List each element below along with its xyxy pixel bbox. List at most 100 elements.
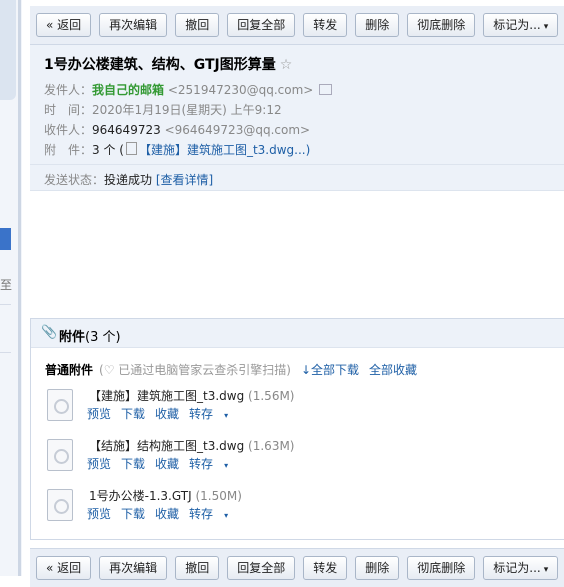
attachment-name: 【结施】结构施工图_t3.dwg (1.63M): [89, 437, 294, 454]
sidebar-top-panel: [0, 0, 16, 100]
back-button[interactable]: « 返回: [36, 13, 92, 37]
sidebar-clipped-text: 至: [0, 278, 13, 292]
from-row: 发件人：我自己的邮箱 <251947230@qq.com>: [44, 81, 333, 98]
attachments-header: 📎 附件(3 个): [31, 319, 564, 348]
recall-button[interactable]: 撤回: [175, 13, 220, 37]
attachment-name: 【建施】建筑施工图_t3.dwg (1.56M): [89, 387, 294, 404]
normal-attachments-label: 普通附件: [45, 363, 94, 377]
mark-as-button[interactable]: 标记为... ▾: [483, 556, 559, 580]
send-state-label: 发送状态：: [44, 173, 105, 187]
save-to-label: 转存: [189, 457, 214, 471]
time-row: 时 间：2020年1月19日(星期天) 上午9:12: [44, 101, 282, 118]
scan-note: (♡ 已通过电脑管家云查杀引擎扫描): [99, 363, 291, 377]
delete-permanently-button[interactable]: 彻底删除: [407, 556, 476, 580]
favorite-all-link[interactable]: 全部收藏: [369, 363, 417, 377]
forward-button[interactable]: 转发: [303, 556, 348, 580]
sidebar-selected-marker[interactable]: [0, 228, 11, 250]
attachment-row: 附 件：3 个 ( 【建施】建筑施工图_t3.dwg...): [44, 141, 310, 158]
attachment-item: 【结施】结构施工图_t3.dwg (1.63M) 预览 下载 收藏 转存 ▾: [47, 437, 547, 479]
normal-attachments-row: 普通附件 (♡ 已通过电脑管家云查杀引擎扫描) ↓全部下载 全部收藏: [45, 361, 417, 378]
to-name[interactable]: 964649723: [92, 123, 161, 137]
to-label: 收件人：: [44, 123, 93, 137]
delete-button[interactable]: 删除: [355, 556, 400, 580]
recall-button[interactable]: 撤回: [175, 556, 220, 580]
mark-as-label: 标记为...: [493, 18, 541, 32]
attachment-first-link[interactable]: 【建施】建筑施工图_t3.dwg...): [139, 143, 310, 157]
re-edit-button[interactable]: 再次编辑: [99, 556, 168, 580]
attachment-actions: 预览 下载 收藏 转存 ▾: [87, 455, 248, 472]
sidebar-divider: [0, 352, 11, 353]
attachments-title: 附件(3 个): [59, 326, 121, 345]
send-state-bar: 发送状态：投递成功 [查看详情]: [30, 164, 564, 191]
preview-link[interactable]: 预览: [87, 407, 111, 421]
file-name[interactable]: 1号办公楼-1.3.GTJ: [89, 489, 192, 503]
attachment-actions: 预览 下载 收藏 转存 ▾: [87, 405, 248, 422]
attachments-title-text: 附件: [59, 330, 86, 345]
reply-all-button[interactable]: 回复全部: [227, 13, 296, 37]
send-state-value: 投递成功: [104, 173, 153, 187]
file-name[interactable]: 【建施】建筑施工图_t3.dwg: [89, 389, 244, 403]
download-link[interactable]: 下载: [121, 457, 145, 471]
chevron-down-icon: ▾: [543, 22, 549, 32]
file-icon: [47, 489, 73, 521]
re-edit-button[interactable]: 再次编辑: [99, 13, 168, 37]
star-icon[interactable]: ☆: [280, 57, 293, 73]
attachment-name: 1号办公楼-1.3.GTJ (1.50M): [89, 487, 242, 504]
download-link[interactable]: 下载: [121, 507, 145, 521]
contact-card-icon[interactable]: [319, 84, 333, 95]
send-state-row: 发送状态：投递成功 [查看详情]: [44, 171, 213, 188]
to-address: <964649723@qq.com>: [164, 123, 311, 137]
paperclip-icon: 📎: [41, 325, 58, 340]
save-to-link[interactable]: 转存 ▾: [189, 507, 238, 521]
chevron-down-icon: ▾: [224, 461, 229, 470]
mail-header: 1号办公楼建筑、结构、GTJ图形算量 ☆ 发件人：我自己的邮箱 <25194723…: [30, 45, 564, 191]
view-details-link[interactable]: [查看详情]: [156, 173, 213, 187]
attachments-count: (3 个): [85, 330, 121, 345]
file-icon: [47, 389, 73, 421]
attachment-label: 附 件：: [44, 143, 93, 157]
file-size: (1.50M): [195, 489, 242, 503]
save-to-link[interactable]: 转存 ▾: [189, 457, 238, 471]
delete-button[interactable]: 删除: [355, 13, 400, 37]
file-name[interactable]: 【结施】结构施工图_t3.dwg: [89, 439, 244, 453]
subject-text: 1号办公楼建筑、结构、GTJ图形算量: [44, 57, 276, 73]
chevron-down-icon: ▾: [543, 565, 549, 575]
preview-link[interactable]: 预览: [87, 457, 111, 471]
from-label: 发件人：: [44, 83, 93, 97]
time-value: 2020年1月19日(星期天) 上午9:12: [92, 103, 282, 117]
time-label: 时 间：: [44, 103, 93, 117]
to-row: 收件人：964649723 <964649723@qq.com>: [44, 121, 310, 138]
mark-as-button[interactable]: 标记为... ▾: [483, 13, 559, 37]
document-icon: [125, 142, 137, 155]
delete-permanently-button[interactable]: 彻底删除: [407, 13, 476, 37]
attachment-item: 【建施】建筑施工图_t3.dwg (1.56M) 预览 下载 收藏 转存 ▾: [47, 387, 547, 429]
favorite-link[interactable]: 收藏: [155, 457, 179, 471]
sidebar-divider: [0, 304, 11, 305]
favorite-link[interactable]: 收藏: [155, 407, 179, 421]
back-button[interactable]: « 返回: [36, 556, 92, 580]
favorite-link[interactable]: 收藏: [155, 507, 179, 521]
download-all-link[interactable]: ↓全部下载: [301, 363, 359, 377]
from-address: <251947230@qq.com>: [167, 83, 314, 97]
preview-link[interactable]: 预览: [87, 507, 111, 521]
forward-button[interactable]: 转发: [303, 13, 348, 37]
left-sidebar: 至: [0, 0, 22, 576]
download-link[interactable]: 下载: [121, 407, 145, 421]
file-icon: [47, 439, 73, 471]
top-toolbar: « 返回 再次编辑 撤回 回复全部 转发 删除 彻底删除 标记为... ▾: [30, 6, 564, 45]
mail-subject: 1号办公楼建筑、结构、GTJ图形算量 ☆: [44, 54, 292, 74]
pane-splitter[interactable]: [18, 0, 21, 576]
file-size: (1.63M): [248, 439, 295, 453]
save-to-link[interactable]: 转存 ▾: [189, 407, 238, 421]
chevron-down-icon: ▾: [224, 411, 229, 420]
bottom-toolbar: « 返回 再次编辑 撤回 回复全部 转发 删除 彻底删除 标记为... ▾: [30, 548, 564, 587]
mark-as-label: 标记为...: [493, 561, 541, 575]
reply-all-button[interactable]: 回复全部: [227, 556, 296, 580]
mail-view: « 返回 再次编辑 撤回 回复全部 转发 删除 彻底删除 标记为... ▾ 1号办…: [30, 0, 564, 587]
from-name[interactable]: 我自己的邮箱: [92, 83, 164, 97]
save-to-label: 转存: [189, 507, 214, 521]
file-size: (1.56M): [248, 389, 295, 403]
attachments-panel: 📎 附件(3 个) 普通附件 (♡ 已通过电脑管家云查杀引擎扫描) ↓全部下载 全部收…: [30, 318, 564, 540]
attachment-count: 3 个 (: [92, 143, 124, 157]
attachment-item: 1号办公楼-1.3.GTJ (1.50M) 预览 下载 收藏 转存 ▾: [47, 487, 547, 529]
